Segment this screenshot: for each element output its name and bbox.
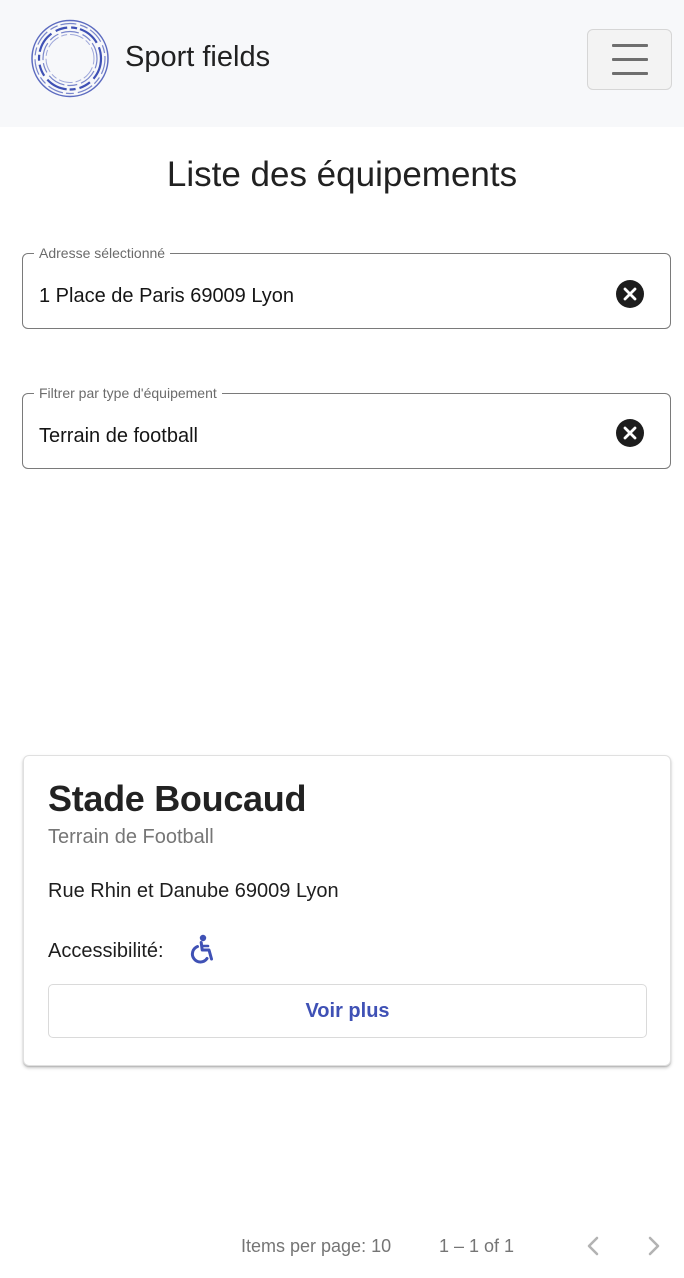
- type-filter-label: Filtrer par type d'équipement: [34, 384, 222, 402]
- previous-page-button[interactable]: [580, 1232, 608, 1260]
- chevron-right-icon: [648, 1236, 660, 1256]
- card-subtitle: Terrain de Football: [48, 826, 214, 848]
- circle-ring-logo-icon[interactable]: [29, 19, 111, 98]
- next-page-button[interactable]: [640, 1232, 668, 1260]
- brand-title[interactable]: Sport fields: [125, 38, 270, 76]
- menu-toggle-button[interactable]: [587, 29, 672, 90]
- address-field[interactable]: Adresse sélectionné 1 Place de Paris 690…: [22, 244, 671, 329]
- card-title: Stade Boucaud: [48, 778, 307, 819]
- hamburger-menu-icon: [612, 44, 648, 47]
- chevron-left-icon: [587, 1236, 599, 1256]
- accessibility-label: Accessibilité:: [48, 940, 164, 962]
- items-per-page[interactable]: Items per page: 10: [241, 1235, 391, 1257]
- address-clear-button[interactable]: [616, 280, 644, 308]
- address-field-value[interactable]: 1 Place de Paris 69009 Lyon: [39, 283, 294, 309]
- close-circle-icon: [623, 287, 637, 301]
- see-more-button[interactable]: Voir plus: [48, 984, 647, 1038]
- wheelchair-icon: [188, 934, 216, 964]
- page-title: Liste des équipements: [166, 155, 518, 194]
- navbar: Sport fields: [0, 0, 684, 127]
- close-circle-icon: [623, 426, 637, 440]
- page-range: 1 – 1 of 1: [439, 1236, 515, 1256]
- address-field-label: Adresse sélectionné: [34, 244, 171, 262]
- card-address: Rue Rhin et Danube 69009 Lyon: [48, 880, 339, 902]
- type-filter-value[interactable]: Terrain de football: [39, 423, 198, 449]
- type-filter-field[interactable]: Filtrer par type d'équipement Terrain de…: [22, 384, 671, 469]
- type-filter-clear-button[interactable]: [616, 419, 644, 447]
- result-card: Stade Boucaud Terrain de Football Rue Rh…: [23, 755, 671, 1066]
